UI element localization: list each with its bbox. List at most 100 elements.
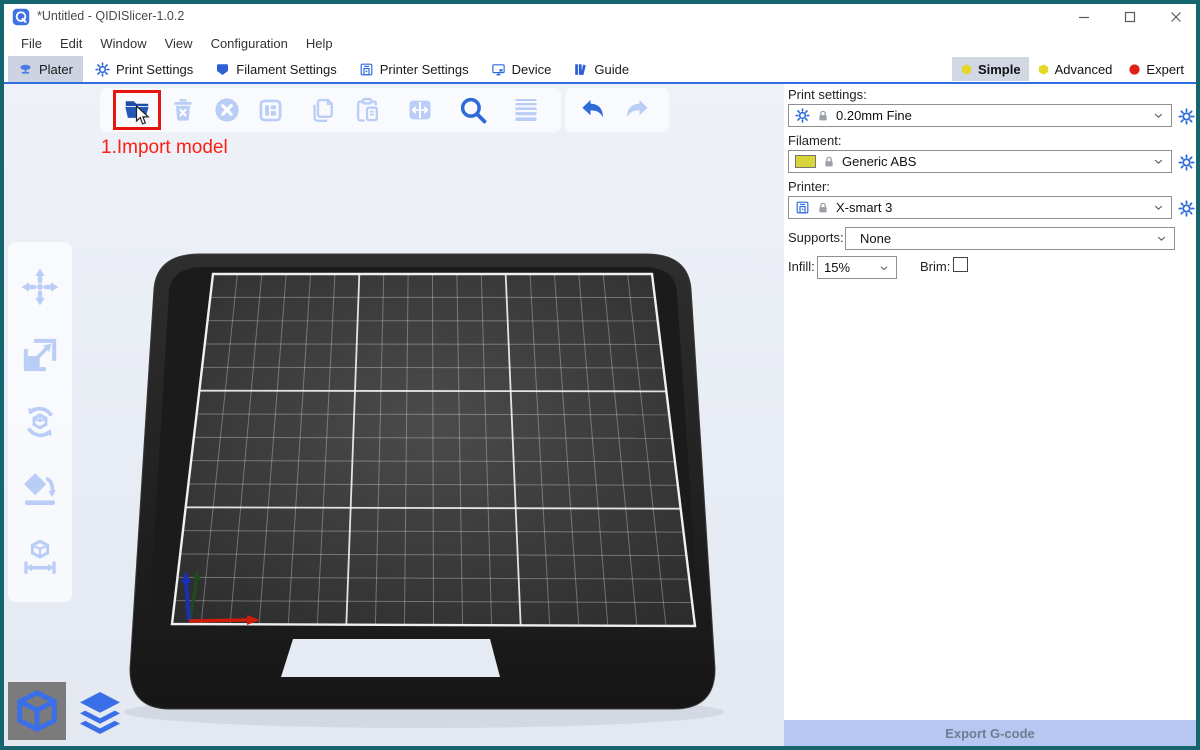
paste-icon [353, 96, 381, 124]
filament-label: Filament: [788, 133, 841, 148]
place-on-face-button[interactable] [18, 467, 62, 511]
app-window: *Untitled - QIDISlicer-1.0.2 File Edit W… [0, 0, 1200, 750]
menu-edit[interactable]: Edit [51, 36, 91, 51]
tab-label: Guide [594, 62, 629, 77]
window-controls [1054, 4, 1192, 30]
editor-view-button[interactable] [8, 682, 66, 740]
paste-button[interactable] [349, 92, 385, 128]
printer-icon [795, 200, 810, 215]
mode-switcher: Simple Advanced Expert [952, 57, 1192, 81]
chevron-down-icon [1152, 201, 1165, 214]
mode-expert[interactable]: Expert [1120, 57, 1192, 81]
main-toolbar [100, 88, 561, 132]
rotate-button[interactable] [18, 400, 62, 444]
tab-label: Plater [39, 62, 73, 77]
infill-value: 15% [824, 260, 850, 275]
gear-icon [95, 62, 110, 77]
move-icon [20, 267, 60, 307]
tab-printer-settings[interactable]: Printer Settings [349, 56, 479, 82]
layers-stack-icon [76, 688, 124, 736]
split-objects-icon [406, 96, 434, 124]
arrange-icon [257, 97, 284, 124]
infill-combo[interactable]: 15% [817, 256, 897, 279]
printer-gear-button[interactable] [1177, 199, 1195, 217]
printer-value: X-smart 3 [836, 200, 892, 215]
title-bar: *Untitled - QIDISlicer-1.0.2 [4, 4, 1196, 30]
filament-value: Generic ABS [842, 154, 916, 169]
app-logo-icon [12, 8, 30, 26]
tab-plater[interactable]: Plater [8, 56, 83, 82]
variable-layer-height-button[interactable] [508, 92, 544, 128]
tab-guide[interactable]: Guide [563, 56, 639, 82]
undo-button[interactable] [575, 92, 611, 128]
lock-icon [816, 201, 830, 215]
delete-button[interactable] [165, 92, 201, 128]
window-title: *Untitled - QIDISlicer-1.0.2 [37, 9, 184, 23]
filament-combo[interactable]: Generic ABS [788, 150, 1172, 173]
close-icon [1170, 11, 1182, 23]
redo-button[interactable] [619, 92, 655, 128]
viewport-3d[interactable]: 1.Import model [4, 84, 784, 746]
lock-icon [822, 155, 836, 169]
cube-3d-icon [14, 688, 60, 734]
tab-filament-settings[interactable]: Filament Settings [205, 56, 346, 82]
menu-help[interactable]: Help [297, 36, 342, 51]
supports-combo[interactable]: None [845, 227, 1175, 250]
maximize-button[interactable] [1114, 4, 1146, 30]
print-bed[interactable] [4, 84, 784, 746]
menu-configuration[interactable]: Configuration [202, 36, 297, 51]
menu-window[interactable]: Window [91, 36, 155, 51]
brim-checkbox[interactable] [953, 257, 968, 272]
place-on-face-icon [20, 469, 60, 509]
settings-panel: Print settings: 0.20mm Fine [784, 84, 1196, 746]
search-button[interactable] [455, 92, 491, 128]
menu-bar: File Edit Window View Configuration Help [4, 30, 1196, 56]
search-icon [458, 95, 488, 125]
print-settings-combo[interactable]: 0.20mm Fine [788, 104, 1172, 127]
left-toolbar [8, 242, 72, 602]
copy-button[interactable] [305, 92, 341, 128]
minimize-button[interactable] [1068, 4, 1100, 30]
hexagon-icon [1037, 63, 1050, 76]
supports-value: None [852, 231, 891, 246]
filament-gear-button[interactable] [1177, 153, 1195, 171]
print-settings-gear-button[interactable] [1177, 107, 1195, 125]
tab-label: Printer Settings [380, 62, 469, 77]
mode-advanced[interactable]: Advanced [1029, 57, 1121, 81]
move-button[interactable] [18, 265, 62, 309]
menu-file[interactable]: File [12, 36, 51, 51]
tab-label: Filament Settings [236, 62, 336, 77]
export-gcode-button[interactable]: Export G-code [784, 720, 1196, 746]
gear-icon [1178, 154, 1195, 171]
printer-label: Printer: [788, 179, 830, 194]
arrange-button[interactable] [252, 92, 288, 128]
printer-icon [359, 62, 374, 77]
preview-button[interactable] [72, 684, 128, 740]
mode-simple[interactable]: Simple [952, 57, 1029, 81]
filament-color-swatch [795, 155, 816, 168]
scale-button[interactable] [18, 333, 62, 377]
chevron-down-icon [1152, 109, 1165, 122]
cursor-icon [135, 105, 152, 127]
minimize-icon [1078, 11, 1090, 23]
annotation-import-model: 1.Import model [101, 137, 228, 159]
rotate-icon [20, 402, 60, 442]
measure-button[interactable] [18, 535, 62, 579]
chevron-down-icon [1155, 232, 1168, 245]
tab-print-settings[interactable]: Print Settings [85, 56, 203, 82]
close-button[interactable] [1160, 4, 1192, 30]
gear-icon [1178, 108, 1195, 125]
guide-icon [573, 62, 588, 77]
infill-label: Infill: [788, 259, 815, 274]
delete-all-button[interactable] [209, 92, 245, 128]
split-objects-button[interactable] [402, 92, 438, 128]
measure-icon [20, 537, 60, 577]
printer-combo[interactable]: X-smart 3 [788, 196, 1172, 219]
undo-icon [578, 95, 608, 125]
tab-device[interactable]: Device [481, 56, 562, 82]
menu-view[interactable]: View [156, 36, 202, 51]
circle-icon [1128, 63, 1141, 76]
tab-label: Print Settings [116, 62, 193, 77]
print-settings-value: 0.20mm Fine [836, 108, 912, 123]
mode-label: Expert [1146, 62, 1184, 77]
